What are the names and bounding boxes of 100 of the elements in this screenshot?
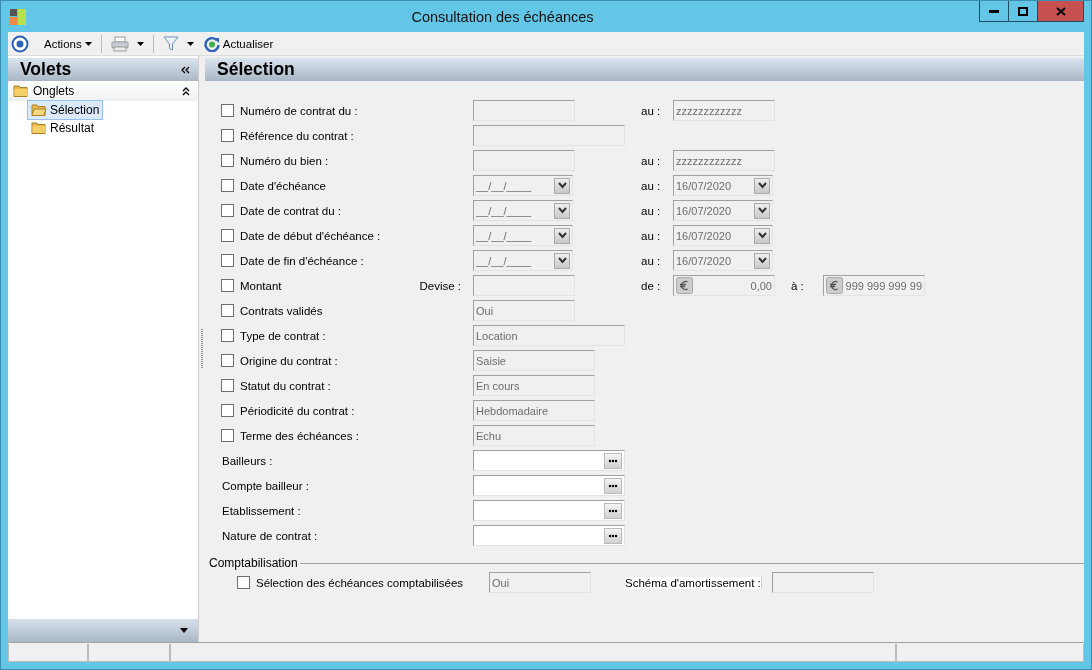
field-label: Référence du contrat : xyxy=(240,129,355,142)
ellipsis-icon xyxy=(608,483,618,488)
dropdown-icon[interactable] xyxy=(754,202,770,219)
checkbox[interactable] xyxy=(221,129,234,142)
dropdown-icon[interactable] xyxy=(554,227,570,244)
date-field[interactable]: __/__/____ xyxy=(473,200,573,221)
panel-title: Volets xyxy=(20,59,72,80)
dropdown-icon[interactable] xyxy=(554,177,570,194)
dropdown-icon[interactable] xyxy=(554,202,570,219)
input-field[interactable]: zzzzzzzzzzzz xyxy=(673,150,775,171)
checkbox[interactable] xyxy=(221,279,234,292)
open-folder-icon xyxy=(31,103,47,117)
field-label: de : xyxy=(641,279,662,292)
date-field[interactable]: __/__/____ xyxy=(473,250,573,271)
field-label: au : xyxy=(641,229,662,242)
field-label: au : xyxy=(641,179,662,192)
checkbox[interactable] xyxy=(221,179,234,192)
checkbox[interactable] xyxy=(221,229,234,242)
refresh-button[interactable]: Actualiser xyxy=(200,34,277,53)
maximize-icon xyxy=(1018,6,1028,16)
checkbox[interactable] xyxy=(221,254,234,267)
field-label: au : xyxy=(641,154,662,167)
field-label: Origine du contrat : xyxy=(240,354,339,367)
ellipsis-icon xyxy=(608,533,618,538)
date-field[interactable]: __/__/____ xyxy=(473,225,573,246)
checkbox[interactable] xyxy=(221,329,234,342)
target-icon[interactable] xyxy=(11,34,29,53)
field-label: Nature de contrat : xyxy=(222,529,319,542)
field-label: Numéro du bien : xyxy=(240,154,330,167)
date-field[interactable]: 16/07/2020 xyxy=(673,225,773,246)
checkbox[interactable] xyxy=(221,104,234,117)
checkbox[interactable] xyxy=(237,576,250,589)
date-field[interactable]: 16/07/2020 xyxy=(673,175,773,196)
minimize-icon xyxy=(989,9,999,13)
input-field[interactable]: En cours xyxy=(473,375,595,396)
filter-icon xyxy=(162,35,179,52)
group-title: Comptabilisation xyxy=(209,556,299,570)
lookup-field[interactable] xyxy=(473,450,625,471)
euro-icon xyxy=(676,277,693,294)
input-field[interactable]: Saisie xyxy=(473,350,595,371)
checkbox[interactable] xyxy=(221,404,234,417)
field-label: Date de fin d'échéance : xyxy=(240,254,365,267)
dropdown-icon[interactable] xyxy=(754,252,770,269)
input-field[interactable] xyxy=(473,150,575,171)
browse-button[interactable] xyxy=(604,502,622,519)
field-label: Terme des échéances : xyxy=(240,429,360,442)
window-title: Consultation des échéances xyxy=(410,8,595,25)
input-field[interactable]: Oui xyxy=(473,300,575,321)
checkbox[interactable] xyxy=(221,204,234,217)
field-label: Etablissement : xyxy=(222,504,302,517)
date-field[interactable]: 16/07/2020 xyxy=(673,200,773,221)
browse-button[interactable] xyxy=(604,452,622,469)
caret-icon xyxy=(136,41,144,46)
lookup-field[interactable] xyxy=(473,525,625,546)
close-icon xyxy=(1055,6,1066,16)
dropdown-icon[interactable] xyxy=(754,227,770,244)
folder-icon xyxy=(13,84,29,98)
caret-icon[interactable] xyxy=(180,628,188,633)
lookup-field[interactable] xyxy=(473,500,625,521)
checkbox[interactable] xyxy=(221,354,234,367)
browse-button[interactable] xyxy=(604,477,622,494)
collapse-icon[interactable] xyxy=(180,65,190,74)
checkbox[interactable] xyxy=(221,379,234,392)
amount-field[interactable]: 0,00 xyxy=(673,275,775,296)
checkbox[interactable] xyxy=(221,304,234,317)
folder-icon xyxy=(31,121,47,135)
input-field[interactable]: zzzzzzzzzzzz xyxy=(673,100,775,121)
collapse-icon[interactable] xyxy=(182,86,190,96)
input-field[interactable]: Location xyxy=(473,325,625,346)
splitter-handle[interactable] xyxy=(201,329,203,369)
dropdown-icon[interactable] xyxy=(554,252,570,269)
checkbox[interactable] xyxy=(221,429,234,442)
input-field[interactable]: Echu xyxy=(473,425,595,446)
tree-item[interactable]: Sélection xyxy=(28,101,103,119)
input-field[interactable]: Hebdomadaire xyxy=(473,400,595,421)
field-label: Date d'échéance xyxy=(240,179,327,192)
field-label: Schéma d'amortissement : xyxy=(625,576,762,589)
close-button[interactable] xyxy=(1038,1,1083,21)
tree-item[interactable]: Résultat xyxy=(28,119,98,137)
date-field[interactable]: 16/07/2020 xyxy=(673,250,773,271)
lookup-field[interactable] xyxy=(473,475,625,496)
browse-button[interactable] xyxy=(604,527,622,544)
dropdown-icon[interactable] xyxy=(754,177,770,194)
checkbox[interactable] xyxy=(221,154,234,167)
field-label: au : xyxy=(641,104,662,117)
ellipsis-icon xyxy=(608,458,618,463)
input-field[interactable] xyxy=(473,275,575,296)
input-field[interactable] xyxy=(473,125,625,146)
field-label: au : xyxy=(641,254,662,267)
refresh-icon xyxy=(203,35,220,52)
field-label: à : xyxy=(791,279,805,292)
input-field[interactable]: Oui xyxy=(489,572,591,593)
amount-field[interactable]: 999 999 999 99 xyxy=(823,275,925,296)
input-field[interactable] xyxy=(771,572,874,593)
euro-icon xyxy=(826,277,843,294)
input-field[interactable] xyxy=(473,100,575,121)
field-label: Type de contrat : xyxy=(240,329,327,342)
ellipsis-icon xyxy=(608,508,618,513)
actions-button[interactable]: Actions xyxy=(41,36,95,51)
date-field[interactable]: __/__/____ xyxy=(473,175,573,196)
